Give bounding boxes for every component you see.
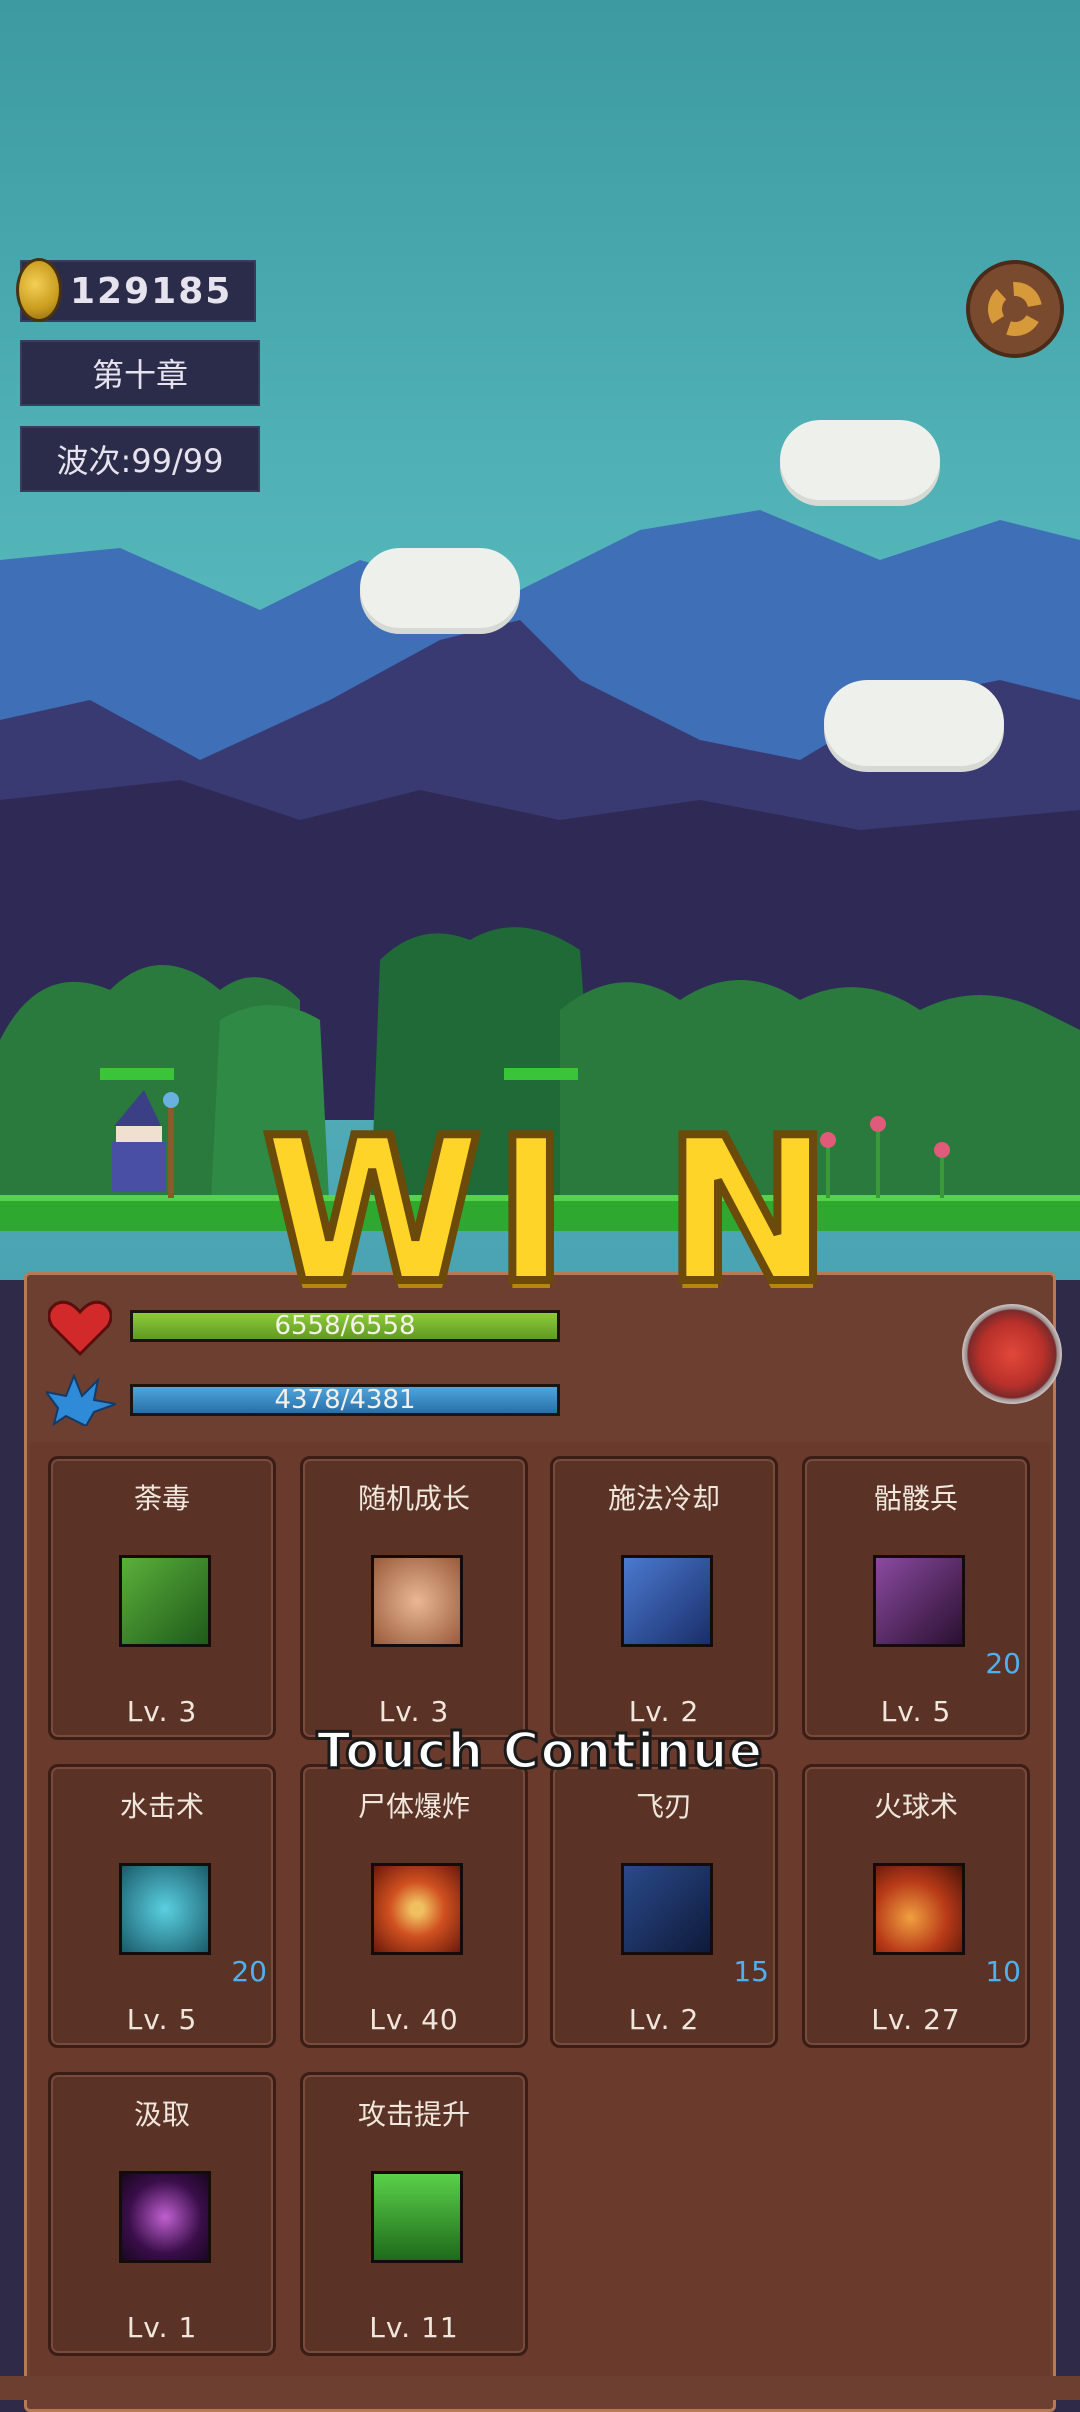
- chapter-label: 第十章: [20, 340, 260, 406]
- skill-name: 攻击提升: [357, 2098, 470, 2131]
- game-scene: 129185 第十章 波次:99/99: [0, 0, 1080, 1280]
- cloud: [360, 548, 520, 628]
- skill-name: 汲取: [133, 2098, 190, 2131]
- skill-count: 15: [733, 1955, 769, 1988]
- poison-arrow-icon: [119, 1555, 211, 1647]
- skill-level: Lv. 1: [126, 2311, 198, 2344]
- fist-icon: [371, 1555, 463, 1647]
- skill-name: 水击术: [119, 1790, 204, 1823]
- skill-grid: 荼毒 Lv. 3 随机成长 Lv. 3 施法冷却 Lv. 2 骷髅兵 20 Lv…: [30, 1442, 1050, 2382]
- skill-card[interactable]: 汲取 Lv. 1: [48, 2072, 276, 2356]
- coin-icon: [16, 258, 62, 322]
- explosion-icon: [371, 1863, 463, 1955]
- skill-name: 飞刃: [635, 1790, 692, 1823]
- cloud: [824, 680, 1004, 766]
- skill-card[interactable]: 荼毒 Lv. 3: [48, 1456, 276, 1740]
- skill-level: Lv. 27: [871, 2003, 961, 2036]
- settings-gear-icon[interactable]: [966, 260, 1064, 358]
- skill-level: Lv. 40: [369, 2003, 459, 2036]
- flowers-icon: [820, 1116, 950, 1198]
- ultimate-skill-orb-button[interactable]: [962, 1304, 1062, 1404]
- skill-name: 骷髅兵: [873, 1482, 958, 1515]
- fireball-icon: [873, 1863, 965, 1955]
- coin-amount: 129185: [70, 270, 233, 312]
- mana-splash-icon: [46, 1373, 116, 1426]
- chapter-text: 第十章: [91, 356, 188, 394]
- skill-count: 10: [985, 1955, 1021, 1988]
- player-health-mini-bar: [100, 1068, 174, 1080]
- lightning-icon: [621, 1555, 713, 1647]
- skill-card[interactable]: 骷髅兵 20 Lv. 5: [802, 1456, 1030, 1740]
- skill-name: 荼毒: [133, 1482, 190, 1515]
- skill-card[interactable]: 攻击提升 Lv. 11: [300, 2072, 528, 2356]
- skill-card[interactable]: 飞刃 15 Lv. 2: [550, 1764, 778, 2048]
- win-letter-n: N: [660, 1095, 835, 1328]
- flying-blade-icon: [621, 1863, 713, 1955]
- mp-value: 4378/4381: [274, 1385, 416, 1415]
- skill-level: Lv. 2: [628, 2003, 700, 2036]
- wizard-character-icon: [112, 1090, 179, 1198]
- skill-name: 随机成长: [357, 1482, 470, 1515]
- mp-bar: 4378/4381: [130, 1384, 560, 1416]
- skill-card[interactable]: 施法冷却 Lv. 2: [550, 1456, 778, 1740]
- skill-count: 20: [231, 1955, 267, 1988]
- win-letter-i: I: [490, 1095, 572, 1328]
- cloud: [780, 420, 940, 500]
- system-nav-bar: [0, 2376, 1080, 2400]
- touch-continue-prompt[interactable]: Touch Continue: [0, 1721, 1080, 1782]
- skill-card[interactable]: 火球术 10 Lv. 27: [802, 1764, 1030, 2048]
- skill-name: 火球术: [873, 1790, 958, 1823]
- skill-card[interactable]: 随机成长 Lv. 3: [300, 1456, 528, 1740]
- skill-name: 尸体爆炸: [357, 1790, 470, 1823]
- skill-card[interactable]: 水击术 20 Lv. 5: [48, 1764, 276, 2048]
- skill-level: Lv. 11: [369, 2311, 459, 2344]
- enemy-health-mini-bar: [504, 1068, 578, 1080]
- wave-counter: 波次:99/99: [20, 426, 260, 492]
- skill-count: 20: [985, 1647, 1021, 1680]
- skill-level: Lv. 5: [126, 2003, 198, 2036]
- skeleton-hand-icon: [873, 1555, 965, 1647]
- win-letter-w: W: [258, 1095, 487, 1328]
- wave-text: 波次:99/99: [56, 442, 224, 480]
- vortex-icon: [119, 2171, 211, 2263]
- water-wave-icon: [119, 1863, 211, 1955]
- skill-card[interactable]: 尸体爆炸 Lv. 40: [300, 1764, 528, 2048]
- arrow-up-icon: [371, 2171, 463, 2263]
- heart-icon: [48, 1300, 112, 1356]
- skill-name: 施法冷却: [607, 1482, 720, 1515]
